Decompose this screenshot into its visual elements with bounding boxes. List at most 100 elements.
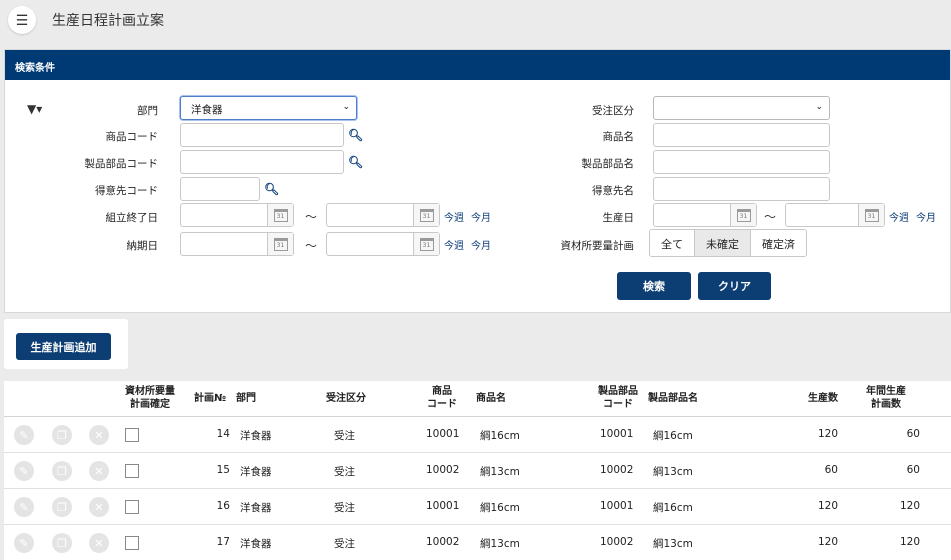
cell-production-qty: 60 [824,464,838,476]
product-name-label: 商品名 [602,131,635,143]
material-plan-confirmed[interactable]: 確定済 [751,230,806,256]
part-name-label: 製品部品名 [581,158,635,170]
cell-part-code: 10002 [600,464,634,476]
production-this-week-link[interactable]: 今週 [889,209,909,224]
range-tilde: ～ [305,210,318,224]
hamburger-menu-icon[interactable]: ☰ [8,6,36,34]
clear-button[interactable]: クリア [698,272,771,300]
calendar-day: 31 [419,208,434,222]
delete-icon[interactable]: ✕ [89,425,109,445]
edit-icon[interactable]: ✎ [14,425,34,445]
calendar-icon[interactable]: 31 [413,233,439,255]
calendar-icon[interactable]: 31 [267,204,293,226]
col-plan-no: 計画№ [194,393,227,404]
assembly-this-week-link[interactable]: 今週 [444,209,464,224]
table-row[interactable]: ✎ ❐ ✕ 17 洋食器 受注 10002 綱13cm 10002 綱13cm … [4,525,951,560]
part-name-input[interactable] [653,150,830,174]
calendar-icon[interactable]: 31 [858,204,884,226]
col-part-code: 製品部品 コード [590,385,646,411]
cell-dept: 洋食器 [240,502,272,514]
assembly-end-label: 組立終了日 [105,212,159,224]
production-date-from-input[interactable]: 31 [653,203,757,227]
delete-icon[interactable]: ✕ [89,461,109,481]
due-date-label: 納期日 [126,240,159,252]
assembly-end-to-input[interactable]: 31 [326,203,440,227]
production-date-label: 生産日 [602,212,635,224]
part-code-input[interactable] [180,150,344,174]
cell-annual-plan: 120 [899,500,920,512]
col-annual-plan: 年間生産 計画数 [858,385,914,411]
calendar-icon[interactable]: 31 [267,233,293,255]
product-code-label: 商品コード [105,131,159,143]
cell-product-name: 綱16cm [480,502,520,514]
assembly-end-from-input[interactable]: 31 [180,203,294,227]
cell-product-code: 10002 [426,536,460,548]
table-row[interactable]: ✎ ❐ ✕ 15 洋食器 受注 10002 綱13cm 10002 綱13cm … [4,453,951,489]
production-this-month-link[interactable]: 今月 [916,209,936,224]
search-button[interactable]: 検索 [617,272,691,300]
col-order-type: 受注区分 [326,393,366,404]
cell-part-name: 綱13cm [653,466,693,478]
cell-part-code: 10001 [600,428,634,440]
copy-icon[interactable]: ❐ [52,533,72,553]
cell-dept: 洋食器 [240,466,272,478]
product-name-input[interactable] [653,123,830,147]
production-date-to-input[interactable]: 31 [785,203,885,227]
cell-production-qty: 120 [817,536,838,548]
part-code-search-icon[interactable]: 🔍︎ [348,155,363,169]
col-part-code-line1: 製品部品 [598,386,638,397]
copy-icon[interactable]: ❐ [52,461,72,481]
cell-plan-no: 14 [216,428,230,440]
material-plan-all[interactable]: 全て [650,230,695,256]
table-header: 資材所要量 計画確定 計画№ 部門 受注区分 商品 コード 商品名 製品部品 コ… [4,381,951,417]
calendar-day: 31 [736,208,751,222]
cell-product-name: 綱13cm [480,538,520,550]
cell-annual-plan: 60 [906,428,920,440]
copy-icon[interactable]: ❐ [52,497,72,517]
due-date-from-input[interactable]: 31 [180,232,294,256]
material-plan-unconfirmed[interactable]: 未確定 [695,230,751,256]
product-code-search-icon[interactable]: 🔍︎ [348,128,363,142]
edit-icon[interactable]: ✎ [14,497,34,517]
due-this-week-link[interactable]: 今週 [444,237,464,252]
material-confirm-checkbox[interactable] [125,464,139,478]
material-confirm-checkbox[interactable] [125,536,139,550]
calendar-day: 31 [273,237,288,251]
calendar-icon[interactable]: 31 [413,204,439,226]
cell-part-code: 10001 [600,500,634,512]
copy-icon[interactable]: ❐ [52,425,72,445]
customer-code-search-icon[interactable]: 🔍︎ [264,182,279,196]
dept-select[interactable]: 洋食器 ⌄ [180,96,357,120]
customer-code-input[interactable] [180,177,260,201]
delete-icon[interactable]: ✕ [89,533,109,553]
range-tilde: ～ [305,239,318,253]
cell-order-type: 受注 [334,466,355,478]
assembly-this-month-link[interactable]: 今月 [471,209,491,224]
cell-plan-no: 15 [216,464,230,476]
filter-icon[interactable]: ▼▾ [27,102,42,116]
dept-select-value: 洋食器 [191,104,223,116]
calendar-day: 31 [419,237,434,251]
material-confirm-checkbox[interactable] [125,428,139,442]
table-row[interactable]: ✎ ❐ ✕ 16 洋食器 受注 10001 綱16cm 10001 綱16cm … [4,489,951,525]
cell-dept: 洋食器 [240,430,272,442]
dept-label: 部門 [137,105,158,117]
order-type-select[interactable]: ⌄ [653,96,830,120]
due-date-to-input[interactable]: 31 [326,232,440,256]
cell-product-name: 綱16cm [480,430,520,442]
add-production-plan-button[interactable]: 生産計画追加 [16,333,111,360]
calendar-icon[interactable]: 31 [730,204,756,226]
edit-icon[interactable]: ✎ [14,461,34,481]
calendar-day: 31 [273,208,288,222]
cell-product-name: 綱13cm [480,466,520,478]
material-confirm-checkbox[interactable] [125,500,139,514]
table-row[interactable]: ✎ ❐ ✕ 14 洋食器 受注 10001 綱16cm 10001 綱16cm … [4,417,951,453]
cell-annual-plan: 120 [899,536,920,548]
delete-icon[interactable]: ✕ [89,497,109,517]
col-material-confirm-line2: 計画確定 [130,399,170,410]
due-this-month-link[interactable]: 今月 [471,237,491,252]
product-code-input[interactable] [180,123,344,147]
customer-code-label: 得意先コード [95,185,158,197]
customer-name-input[interactable] [653,177,830,201]
edit-icon[interactable]: ✎ [14,533,34,553]
